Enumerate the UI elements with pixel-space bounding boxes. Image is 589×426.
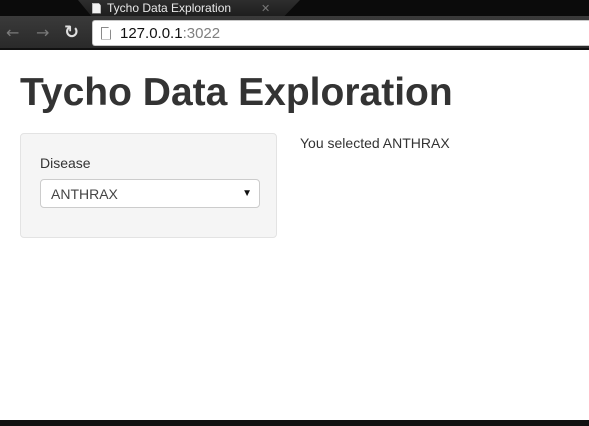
forward-button[interactable]: →: [36, 23, 49, 43]
browser-tab-strip: Tycho Data Exploration ✕: [0, 0, 589, 16]
page-icon: [92, 2, 101, 14]
tab-title: Tycho Data Exploration: [107, 1, 232, 15]
page-content: Tycho Data Exploration Disease ANTHRAX ▼…: [0, 52, 589, 420]
page-title: Tycho Data Exploration: [20, 71, 453, 114]
sidebar-panel: Disease ANTHRAX ▼: [20, 133, 277, 238]
reload-button[interactable]: ↻: [64, 23, 79, 43]
selection-output: You selected ANTHRAX: [300, 135, 450, 151]
window-bottom-border: [0, 420, 589, 426]
disease-select[interactable]: ANTHRAX ▼: [40, 179, 260, 208]
address-bar[interactable]: 127.0.0.1:3022: [92, 20, 589, 46]
tab-close-icon[interactable]: ✕: [261, 0, 270, 16]
back-button[interactable]: ←: [6, 23, 19, 43]
url-port: :3022: [182, 24, 221, 42]
chevron-down-icon[interactable]: ▼: [242, 188, 252, 199]
browser-toolbar: ← → ↻ 127.0.0.1:3022: [0, 16, 589, 50]
disease-label: Disease: [40, 155, 91, 171]
page-icon: [101, 26, 111, 40]
url-host: 127.0.0.1: [120, 24, 183, 42]
disease-select-value: ANTHRAX: [51, 185, 118, 202]
browser-tab-content[interactable]: Tycho Data Exploration: [92, 0, 231, 16]
